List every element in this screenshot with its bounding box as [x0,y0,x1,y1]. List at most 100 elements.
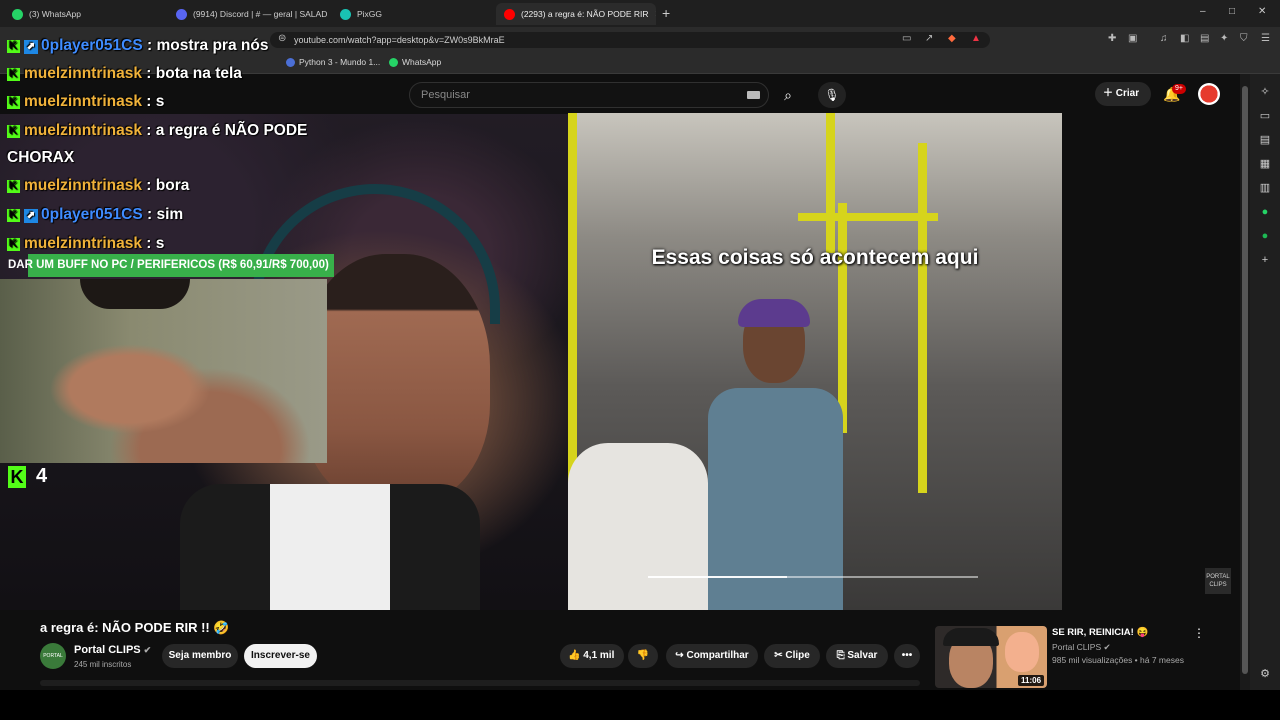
dislike-button[interactable]: 👎 [628,644,658,668]
scroll-thumb[interactable] [1242,86,1248,674]
brave-shield-icon[interactable]: ◆ [948,33,956,44]
tab-youtube-active[interactable]: (2293) a regra é: NÃO PODE RIR ✕ [496,3,656,25]
url-field[interactable]: youtube.com/watch?app=desktop&v=ZW0s9BkM… [270,32,990,48]
search-input[interactable]: Pesquisar [409,82,769,108]
chat-message: CHORAX [7,149,74,167]
browser-sidebar: ✧ ▭ ▤ ▦ ▥ ● ● + ⚙ [1250,74,1280,690]
notes-icon[interactable]: ▦ [1259,158,1271,170]
close-tab-icon[interactable]: ✕ [655,9,656,20]
menu-icon[interactable]: ☰ [1261,33,1270,44]
whatsapp-icon[interactable]: ● [1259,206,1271,218]
new-tab-button[interactable]: + [662,5,670,21]
video-duration: 11:06 [1018,675,1045,686]
bookmark-whatsapp[interactable]: WhatsApp [389,57,441,67]
page-scrollbar[interactable] [1240,74,1250,690]
chat-message: K ⬈ 0player051CS : mostra pra nós [7,37,268,55]
clip-label: Clipe [785,650,810,661]
channel-name[interactable]: Portal CLIPS ✔ [74,644,151,656]
video-title: a regra é: NÃO PODE RIR !! 🤣 [40,620,230,635]
kick-logo-icon: K [8,465,26,488]
save-button[interactable]: ⎘ Salvar [826,644,888,668]
verified-icon: ✔ [1103,642,1111,652]
extensions-icon[interactable]: ✚ [1108,33,1116,44]
chat-message: Kmuelzinntrinask : a regra é NÃO PODE [7,122,307,140]
streamer-face [300,254,490,504]
chat-username: muelzinntrinask [24,93,142,110]
share-arrow-icon: ↪ [675,650,687,661]
vpn-icon[interactable]: ⛉ [1240,33,1248,44]
wallet-icon[interactable]: ▤ [1200,33,1209,44]
rewards-icon[interactable]: ▲ [971,33,981,44]
chat-message: Kmuelzinntrinask : s [7,235,164,253]
chat-username: 0player051CS [41,37,143,54]
chat-text: : mostra pra nós [142,37,269,54]
keyboard-icon[interactable] [747,91,760,99]
subscribe-button[interactable]: Inscrever-se [244,644,317,668]
close-window-button[interactable]: ✕ [1258,6,1266,17]
tab-pixgg[interactable]: PixGG [332,3,492,25]
chat-text: : sim [142,206,184,223]
settings-gear-icon[interactable]: ⚙ [1259,668,1271,680]
bus-pole [826,113,835,253]
chat-message: Kmuelzinntrinask : s [7,93,164,111]
like-button[interactable]: 👍 4,1 mil [560,644,624,668]
whatsapp-icon [389,57,398,67]
scissors-icon: ✂ [774,650,786,661]
leo-ai-icon[interactable]: ✦ [1220,33,1228,44]
pixgg-icon [340,8,351,20]
recommended-channel[interactable]: Portal CLIPS ✔ [1052,642,1111,653]
spotify-icon[interactable]: ● [1259,230,1271,242]
account-avatar[interactable] [1198,83,1220,105]
discord-icon [176,8,187,20]
join-button[interactable]: Seja membro [162,644,238,668]
streamer-shirt [180,484,480,610]
chat-text: CHORAX [7,149,75,166]
search-icon[interactable]: ⌕ [772,82,804,108]
thumbs-up-icon: 👍 [568,650,584,661]
maximize-button[interactable]: □ [1229,6,1235,17]
reading-list-icon[interactable]: ▭ [1259,110,1271,122]
kick-badge-icon: K [7,68,20,81]
thumbs-down-icon: 👎 [636,650,650,661]
more-actions-button[interactable]: ••• [894,644,920,668]
media-icon[interactable]: ♫ [1160,33,1168,44]
bookmark-python[interactable]: Python 3 - Mundo 1... [286,57,380,67]
video-progress[interactable] [648,576,978,578]
add-panel-icon[interactable]: + [1259,254,1271,266]
verified-icon: ✔ [143,645,152,655]
chat-message: Kmuelzinntrinask : bora [7,177,189,195]
site-info-icon[interactable]: ⊜ [278,33,286,44]
clip-button[interactable]: ✂ Clipe [764,644,820,668]
webcam-overlay [0,279,327,463]
subscriber-badge-icon: ⬈ [24,209,38,223]
tab-strip: (3) WhatsApp (9914) Discord | # — geral … [0,0,1280,27]
share-button[interactable]: ↪ Compartilhar [666,644,758,668]
more-options-icon[interactable]: ⋮ [1193,626,1205,640]
horizontal-scrollbar[interactable] [40,680,920,686]
chat-username: muelzinntrinask [24,122,142,139]
clip-video[interactable] [568,113,1062,610]
channel-avatar[interactable]: PORTAL [40,643,66,669]
recommended-title[interactable]: SE RIR, REINICIA! 😝 [1052,627,1148,638]
cast-icon[interactable]: ▭ [902,33,911,44]
chat-text: : bota na tela [142,65,242,82]
viewer-count: 4 [36,465,48,487]
leo-icon[interactable]: ✧ [1259,86,1271,98]
wallet-icon[interactable]: ▤ [1259,134,1271,146]
sidebar-toggle-icon[interactable]: ◧ [1180,33,1189,44]
share-icon[interactable]: ↗ [925,33,933,44]
viewer-counter: K 4 [8,465,47,488]
youtube-icon [504,8,515,20]
save-label: Salvar [847,650,878,661]
book-icon[interactable]: ▥ [1259,182,1271,194]
tab-whatsapp[interactable]: (3) WhatsApp [4,3,164,25]
video-progress-fill [648,576,787,578]
whatsapp-icon [12,8,23,20]
minimize-button[interactable]: – [1200,6,1206,17]
bus-pole [918,143,927,493]
create-button[interactable]: ＋ Criar [1095,82,1151,106]
tab-discord[interactable]: (9914) Discord | # — geral | SALAD [168,3,328,25]
screen: { "browser": { "tabs": [ {"title": "(3) … [0,0,1280,720]
screenshot-icon[interactable]: ▣ [1128,33,1137,44]
microphone-icon[interactable]: 🎙 [818,82,846,108]
